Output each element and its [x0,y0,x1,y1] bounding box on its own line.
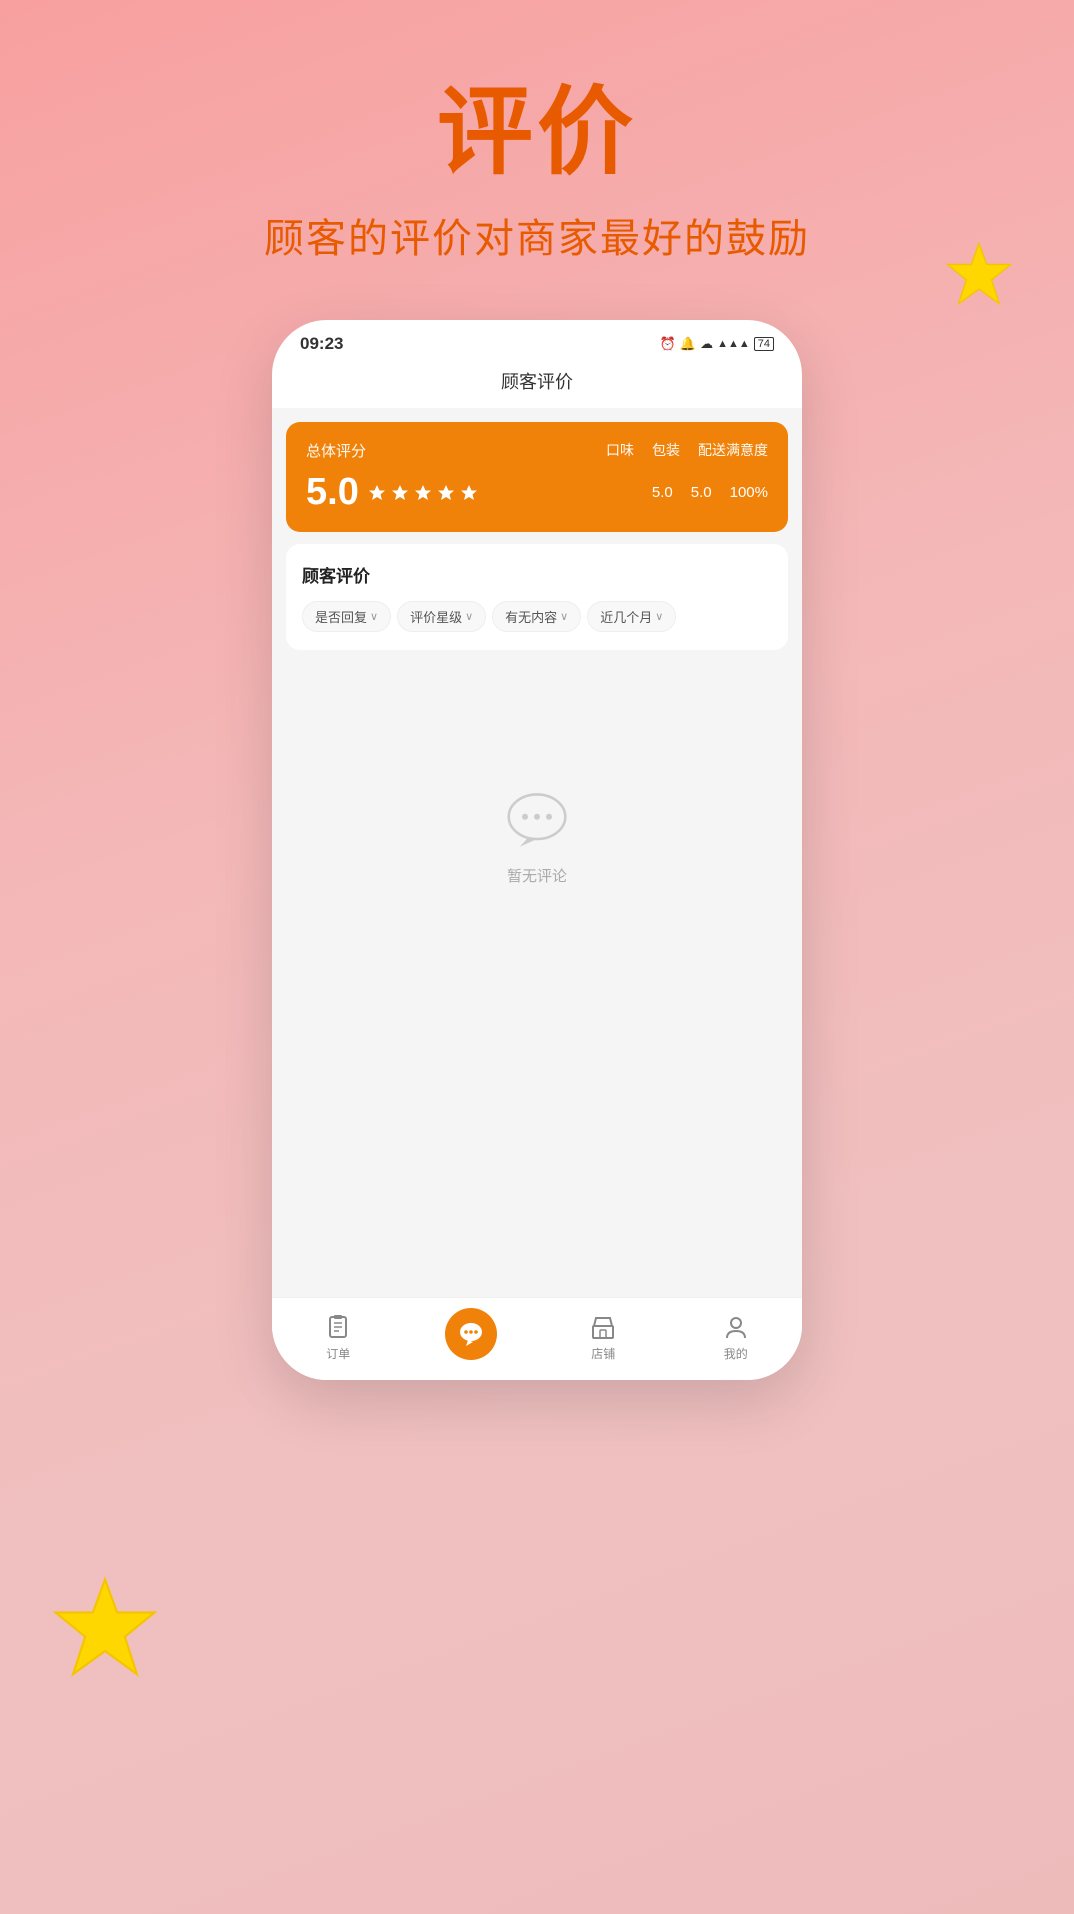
status-time: 09:23 [300,334,343,354]
chevron-down-icon: ∨ [465,610,473,623]
phone-mockup: 09:23 ⏰ 🔔 ☁ ▲▲▲ 74 顾客评价 总体评分 口味 包装 配送满意度 [272,320,802,1380]
rating-label: 总体评分 [306,440,366,461]
order-icon [324,1313,352,1341]
star-2 [390,483,410,503]
rating-bottom: 5.0 5.0 5.0 100% [306,471,768,514]
tab-profile[interactable]: 我的 [670,1313,803,1362]
chevron-down-icon: ∨ [560,610,568,623]
filter-row: 是否回复 ∨ 评价星级 ∨ 有无内容 ∨ 近几个月 ∨ [302,601,772,632]
page-title: 评价 [0,80,1074,186]
star-3 [413,483,433,503]
nav-bar: 顾客评价 [272,362,802,408]
reviews-section: 顾客评价 是否回复 ∨ 评价星级 ∨ 有无内容 ∨ 近几个月 ∨ [286,544,788,650]
chat-bubble-icon [502,791,572,851]
chevron-down-icon: ∨ [370,610,378,623]
decorative-star-bottom-left [50,1574,160,1684]
category-delivery: 配送满意度 [698,440,768,460]
shop-icon [589,1313,617,1341]
tab-profile-label: 我的 [724,1345,748,1362]
chevron-down-icon: ∨ [655,610,663,623]
filter-content[interactable]: 有无内容 ∨ [492,601,581,632]
tab-shop-label: 店铺 [591,1345,615,1362]
stars [367,483,479,503]
filter-rating[interactable]: 评价星级 ∨ [397,601,486,632]
tab-shop[interactable]: 店铺 [537,1313,670,1362]
profile-icon [722,1313,750,1341]
filter-time[interactable]: 近几个月 ∨ [587,601,676,632]
tab-bar: 订单 [272,1297,802,1380]
status-bar: 09:23 ⏰ 🔔 ☁ ▲▲▲ 74 [272,320,802,362]
empty-state: 暂无评论 [286,664,788,1014]
phone-content: 总体评分 口味 包装 配送满意度 5.0 [272,408,802,1380]
page-header: 评价 顾客的评价对商家最好的鼓励 [0,0,1074,264]
rating-score: 5.0 [306,471,359,514]
decorative-star-top-right [944,240,1014,310]
empty-text: 暂无评论 [507,865,567,886]
nav-title: 顾客评价 [501,372,573,392]
delivery-value: 100% [730,484,768,501]
rating-card-top: 总体评分 口味 包装 配送满意度 [306,440,768,461]
tab-chat-center[interactable] [405,1308,538,1366]
rating-card: 总体评分 口味 包装 配送满意度 5.0 [286,422,788,532]
content-spacer [272,1028,802,1298]
rating-score-row: 5.0 [306,471,479,514]
taste-value: 5.0 [652,484,673,501]
packaging-value: 5.0 [691,484,712,501]
category-taste: 口味 [606,440,634,460]
star-1 [367,483,387,503]
rating-categories: 口味 包装 配送满意度 [606,440,768,460]
chat-center-icon [457,1320,485,1348]
tab-order[interactable]: 订单 [272,1313,405,1362]
status-icons: ⏰ 🔔 ☁ ▲▲▲ 74 [660,336,774,352]
rating-values: 5.0 5.0 100% [652,484,768,501]
tab-order-label: 订单 [326,1345,350,1362]
reviews-title: 顾客评价 [302,562,772,587]
filter-reply[interactable]: 是否回复 ∨ [302,601,391,632]
page-subtitle: 顾客的评价对商家最好的鼓励 [0,206,1074,264]
category-packaging: 包装 [652,440,680,460]
star-5 [459,483,479,503]
star-4 [436,483,456,503]
chat-center-button[interactable] [445,1308,497,1360]
